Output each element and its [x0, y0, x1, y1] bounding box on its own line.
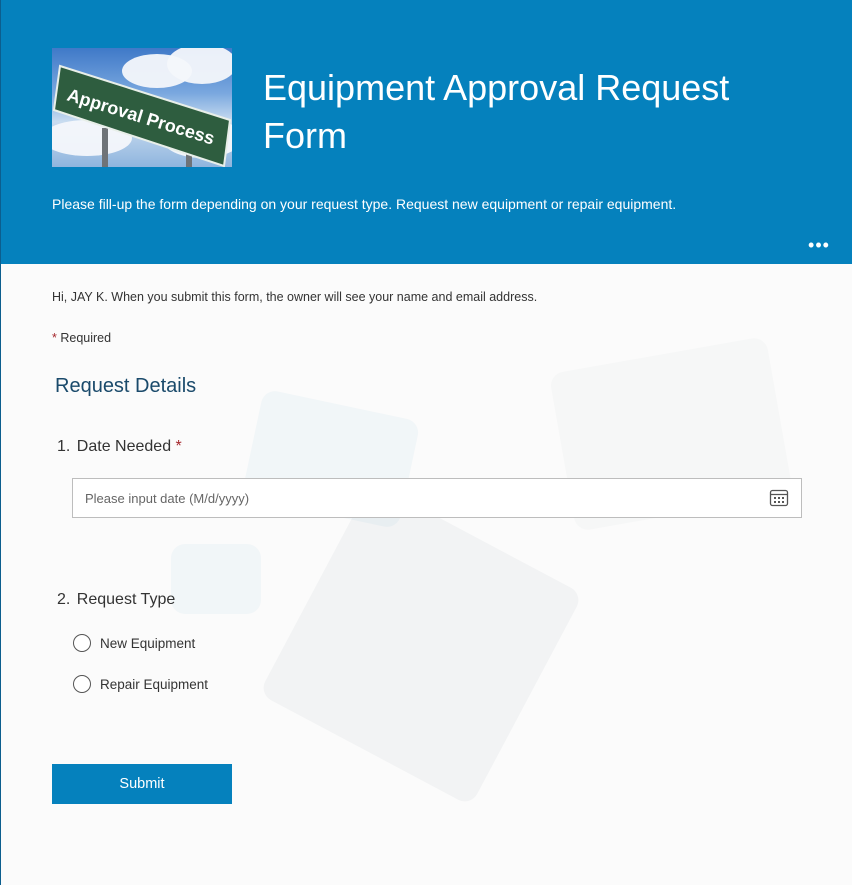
question-request-type: 2. Request Type: [57, 591, 175, 609]
question-label: Request Type: [76, 591, 176, 608]
approval-process-logo: Approval Process: [52, 48, 232, 167]
radio-button[interactable]: [73, 634, 91, 652]
form-title: Equipment Approval Request Form: [263, 67, 730, 156]
form-description: Please fill-up the form depending on you…: [52, 196, 677, 212]
form-header: Approval Process Equipment Approval Requ…: [1, 0, 852, 264]
question-number: 2.: [57, 591, 71, 608]
date-input-placeholder: Please input date (M/d/yyyy): [85, 490, 250, 506]
option-new-equipment[interactable]: New Equipment: [73, 634, 195, 652]
option-label: Repair Equipment: [100, 676, 209, 692]
ellipsis-icon[interactable]: •••: [807, 236, 831, 254]
question-date-needed: 1. Date Needed *: [57, 438, 182, 456]
section-title: Request Details: [55, 375, 197, 397]
radio-button[interactable]: [73, 675, 91, 693]
form-page: Approval Process Equipment Approval Requ…: [0, 0, 852, 885]
option-repair-equipment[interactable]: Repair Equipment: [73, 675, 208, 693]
submit-button[interactable]: Submit: [52, 764, 232, 804]
required-note: * Required: [52, 331, 111, 345]
required-asterisk: *: [52, 331, 57, 345]
road-sign-icon: Approval Process: [52, 64, 232, 167]
question-number: 1.: [57, 438, 71, 455]
required-asterisk: *: [175, 438, 182, 455]
calendar-icon[interactable]: [769, 488, 789, 508]
required-label: Required: [60, 331, 112, 345]
question-label: Date Needed: [76, 438, 172, 455]
identity-notice: Hi, JAY K. When you submit this form, th…: [52, 290, 538, 304]
option-label: New Equipment: [100, 635, 196, 651]
date-needed-input[interactable]: Please input date (M/d/yyyy): [72, 478, 802, 518]
